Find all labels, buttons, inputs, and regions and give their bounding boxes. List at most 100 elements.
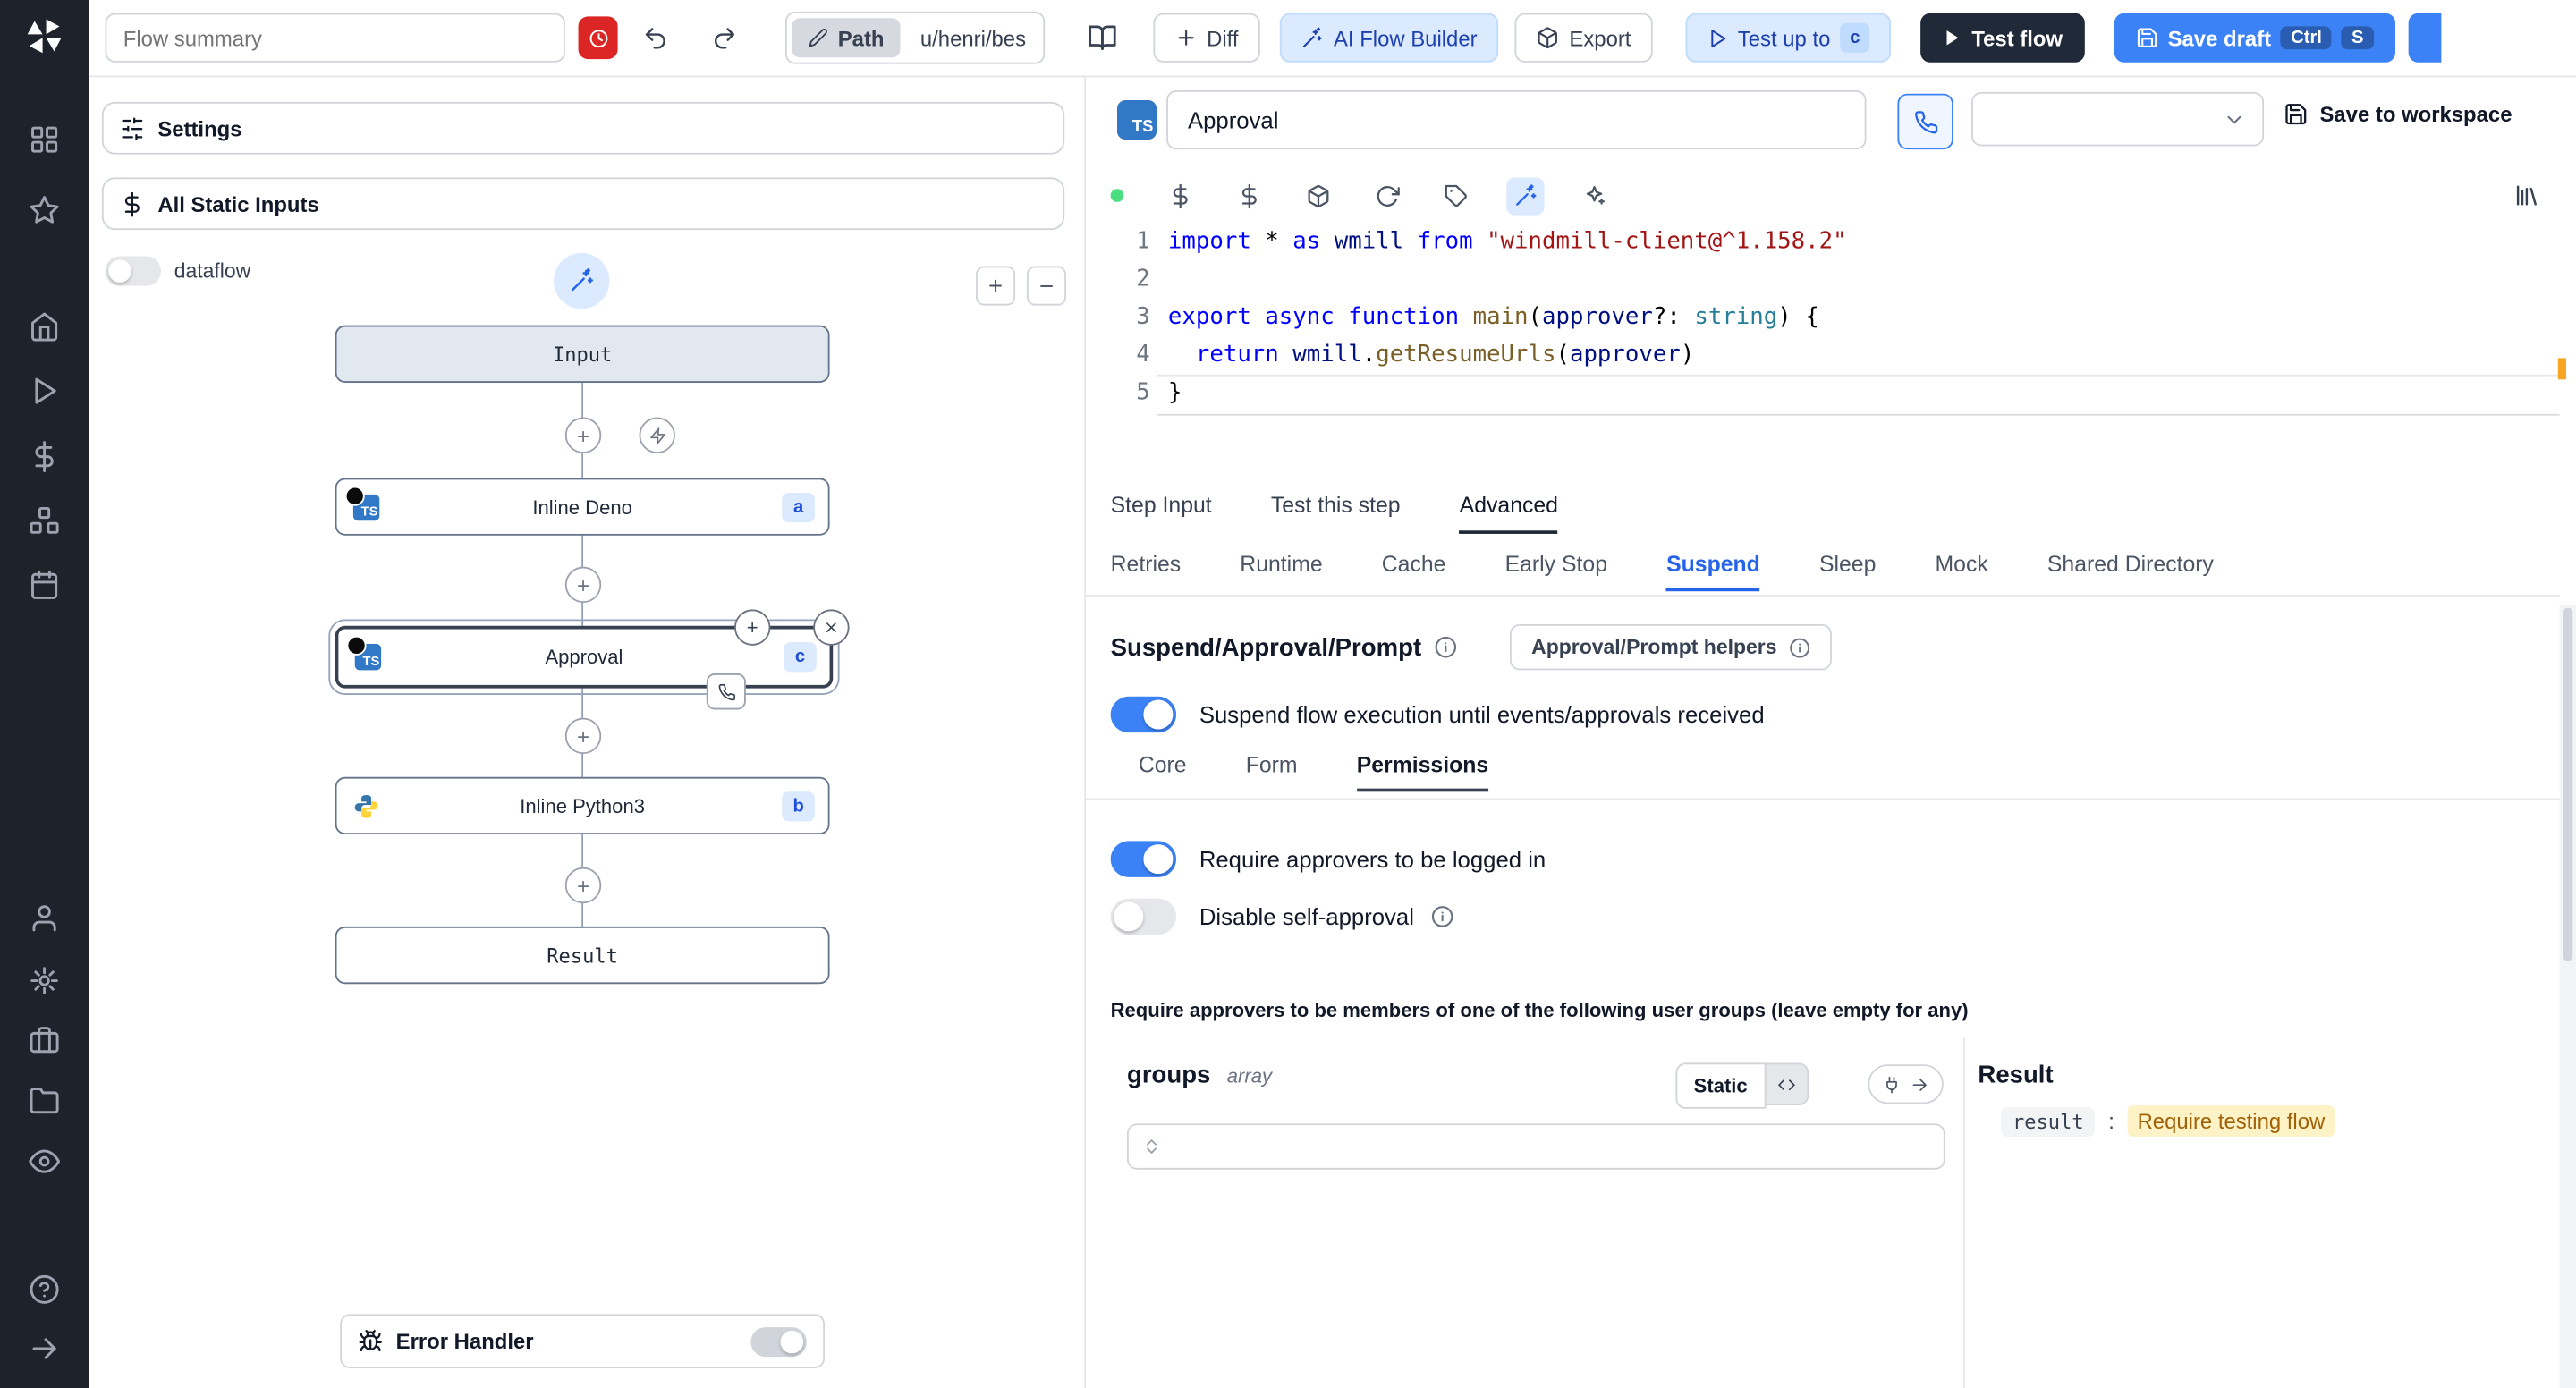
- schedules-calendar-icon[interactable]: [29, 569, 60, 600]
- deploy-button-partial[interactable]: [2408, 13, 2441, 63]
- flow-node-inline-deno[interactable]: TS Inline Deno a: [335, 478, 830, 536]
- add-step-button-4[interactable]: +: [564, 867, 602, 904]
- content-scrollbar[interactable]: [2559, 604, 2576, 1388]
- apps-icon[interactable]: [29, 124, 60, 156]
- static-mode-button[interactable]: Static: [1675, 1062, 1766, 1109]
- info-icon[interactable]: [1430, 905, 1453, 928]
- tab-mock[interactable]: Mock: [1936, 552, 1988, 591]
- variables-dollar-icon[interactable]: [29, 441, 60, 473]
- docs-book-icon[interactable]: [1080, 16, 1123, 59]
- flow-node-approval-selected[interactable]: TS Approval c +: [328, 609, 850, 710]
- test-up-to-button[interactable]: Test up to c: [1685, 13, 1892, 63]
- script-version-select[interactable]: [1971, 91, 2265, 147]
- redo-button[interactable]: [703, 16, 746, 59]
- export-label: Export: [1569, 25, 1631, 51]
- home-icon[interactable]: [29, 311, 60, 343]
- add-step-button-2[interactable]: +: [564, 566, 602, 604]
- trigger-bolt-button[interactable]: [639, 417, 675, 453]
- expand-sidebar-arrow-icon[interactable]: [29, 1333, 60, 1365]
- flow-node-inline-python[interactable]: Inline Python3 b: [335, 776, 830, 835]
- node-delete-button[interactable]: [813, 609, 850, 646]
- resources-dollar-icon[interactable]: [1237, 182, 1262, 208]
- flow-node-input[interactable]: Input: [335, 325, 830, 383]
- help-icon[interactable]: [29, 1274, 60, 1305]
- windmill-logo-icon[interactable]: [23, 15, 66, 58]
- info-icon[interactable]: [1435, 636, 1458, 659]
- zoom-out-button[interactable]: −: [1026, 266, 1067, 306]
- package-icon[interactable]: [1306, 183, 1331, 208]
- tab-sleep[interactable]: Sleep: [1819, 552, 1876, 591]
- suspend-toggle-row: Suspend flow execution until events/appr…: [1110, 696, 1765, 733]
- approval-prompt-helpers-button[interactable]: Approval/Prompt helpers: [1510, 623, 1832, 671]
- tab-runtime[interactable]: Runtime: [1240, 552, 1322, 591]
- add-step-button-3[interactable]: +: [564, 717, 602, 755]
- tab-step-input[interactable]: Step Input: [1111, 493, 1212, 534]
- expression-mode-button[interactable]: [1765, 1062, 1809, 1106]
- connect-input-pill[interactable]: [1868, 1064, 1944, 1104]
- tab-shared-directory[interactable]: Shared Directory: [2047, 552, 2214, 591]
- ai-flow-builder-button[interactable]: AI Flow Builder: [1279, 13, 1499, 63]
- error-handler-row[interactable]: Error Handler: [340, 1314, 826, 1368]
- flow-panel: Settings All Static Inputs dataflow + − …: [89, 75, 1087, 1388]
- test-up-to-label: Test up to: [1737, 25, 1831, 51]
- export-button[interactable]: Export: [1514, 13, 1653, 63]
- node-suspend-phone-icon[interactable]: [706, 673, 746, 710]
- ai-wand-button[interactable]: [553, 252, 610, 309]
- require-login-toggle[interactable]: [1110, 841, 1177, 877]
- settings-gear-icon[interactable]: [29, 965, 60, 996]
- code-editor[interactable]: 12345 import * as wmill from "windmill-c…: [1084, 220, 2576, 477]
- variables-dollar-icon[interactable]: [1168, 182, 1193, 208]
- flow-node-result[interactable]: Result: [335, 926, 830, 985]
- users-icon[interactable]: [29, 902, 60, 934]
- result-row: result : Require testing flow: [2001, 1105, 2335, 1138]
- folders-icon[interactable]: [29, 1085, 60, 1116]
- panel-divider: [1962, 1037, 1965, 1388]
- tag-icon[interactable]: [1444, 183, 1469, 208]
- suspend-flow-toggle[interactable]: [1110, 696, 1177, 733]
- all-static-inputs-row[interactable]: All Static Inputs: [101, 177, 1065, 231]
- tab-early-stop[interactable]: Early Stop: [1505, 552, 1607, 591]
- resources-boxes-icon[interactable]: [29, 505, 60, 537]
- refresh-icon[interactable]: [1375, 183, 1400, 208]
- error-handler-toggle[interactable]: [750, 1326, 807, 1357]
- library-icon[interactable]: [2513, 171, 2539, 220]
- scrollbar-thumb[interactable]: [2563, 607, 2573, 961]
- ai-wand-icon[interactable]: [1506, 176, 1545, 215]
- audit-eye-icon[interactable]: [29, 1146, 61, 1177]
- tab-retries[interactable]: Retries: [1111, 552, 1182, 591]
- tab-advanced[interactable]: Advanced: [1459, 493, 1558, 534]
- save-draft-button[interactable]: Save draft Ctrl S: [2113, 13, 2395, 63]
- dataflow-toggle[interactable]: [105, 256, 161, 286]
- runs-play-icon[interactable]: [29, 376, 60, 407]
- tab-suspend[interactable]: Suspend: [1666, 552, 1760, 592]
- flow-settings-row[interactable]: Settings: [101, 101, 1065, 155]
- subtab-form[interactable]: Form: [1246, 752, 1298, 791]
- suspend-title-row: Suspend/Approval/Prompt Approval/Prompt …: [1110, 623, 1832, 671]
- tab-test-this-step[interactable]: Test this step: [1271, 493, 1401, 534]
- combobox-caret-icon: [1147, 1139, 1157, 1154]
- save-to-workspace-button[interactable]: Save to workspace: [2284, 102, 2512, 126]
- subtab-core[interactable]: Core: [1139, 752, 1187, 791]
- history-button[interactable]: [578, 16, 618, 60]
- subtab-permissions[interactable]: Permissions: [1356, 752, 1489, 792]
- path-button[interactable]: Path: [792, 18, 901, 58]
- diff-button[interactable]: Diff: [1152, 13, 1260, 63]
- test-flow-button[interactable]: Test flow: [1920, 13, 2084, 63]
- flow-summary-input[interactable]: [105, 13, 565, 63]
- suspend-phone-button[interactable]: [1897, 93, 1953, 150]
- tab-cache[interactable]: Cache: [1382, 552, 1446, 591]
- path-group: Path u/henri/bes: [784, 11, 1045, 64]
- favorites-star-icon[interactable]: [29, 195, 60, 226]
- step-editor-panel: TS Save to workspace 12345: [1084, 75, 2576, 1388]
- suspend-section-title: Suspend/Approval/Prompt: [1110, 633, 1422, 662]
- path-value[interactable]: u/henri/bes: [904, 25, 1043, 50]
- step-name-input[interactable]: [1166, 90, 1867, 150]
- undo-button[interactable]: [634, 16, 677, 59]
- groups-value-input[interactable]: [1127, 1123, 1945, 1170]
- node-add-button[interactable]: +: [734, 609, 771, 646]
- disable-self-approval-toggle[interactable]: [1110, 898, 1177, 935]
- zoom-in-button[interactable]: +: [976, 266, 1016, 306]
- add-step-button-1[interactable]: +: [564, 417, 602, 453]
- workers-briefcase-icon[interactable]: [29, 1024, 60, 1055]
- sparkles-icon[interactable]: [1582, 183, 1607, 208]
